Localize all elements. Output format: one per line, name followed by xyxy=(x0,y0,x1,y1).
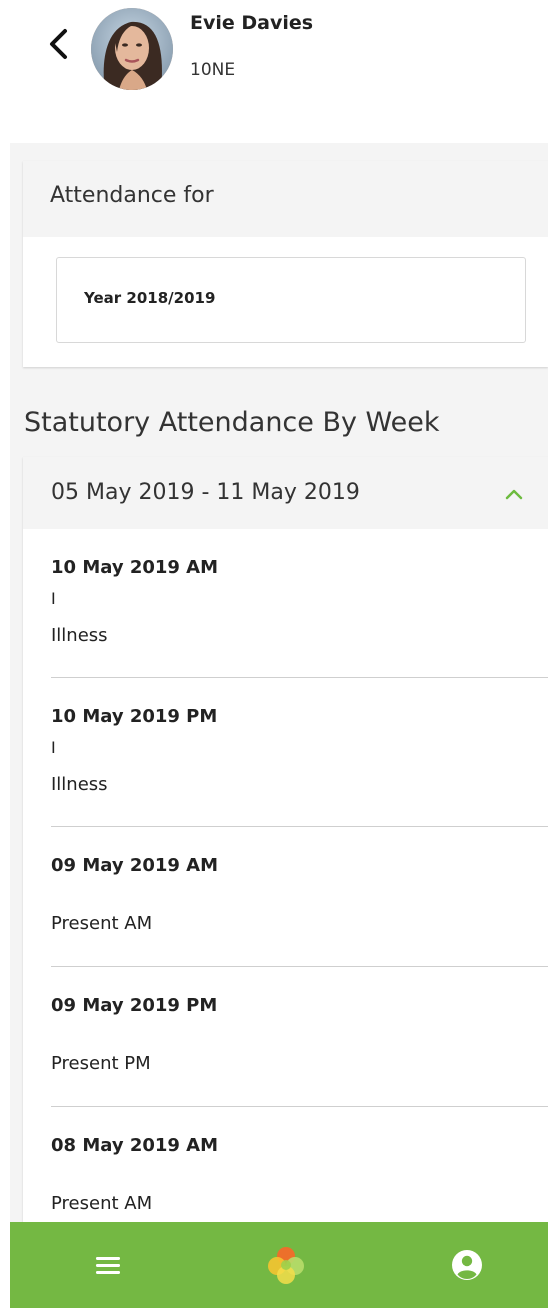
attendance-entry: 09 May 2019 AM Present AM xyxy=(51,827,548,967)
entry-description: Illness xyxy=(51,625,108,646)
section-heading: Statutory Attendance By Week xyxy=(24,407,440,438)
student-name: Evie Davies xyxy=(190,12,314,34)
entry-date: 10 May 2019 PM xyxy=(51,706,218,727)
attendance-screen: Evie Davies 10NE Attendance for Year 201… xyxy=(0,0,548,1308)
chevron-left-icon xyxy=(50,29,67,59)
entry-date: 09 May 2019 AM xyxy=(51,855,219,876)
entry-date: 09 May 2019 PM xyxy=(51,995,218,1016)
student-class: 10NE xyxy=(190,60,236,80)
week-accordion-header[interactable]: 05 May 2019 - 11 May 2019 xyxy=(23,457,548,529)
account-icon xyxy=(452,1250,482,1280)
week-range: 05 May 2019 - 11 May 2019 xyxy=(51,480,360,505)
entry-description: Present PM xyxy=(51,1053,151,1074)
entry-description: Illness xyxy=(51,774,108,795)
bottom-nav xyxy=(10,1222,548,1308)
nav-menu-button[interactable] xyxy=(83,1240,133,1290)
content-area: Attendance for Year 2018/2019 Statutory … xyxy=(10,143,548,1308)
attendance-entry: 09 May 2019 PM Present PM xyxy=(51,967,548,1107)
attendance-entry: 10 May 2019 AM I Illness xyxy=(51,529,548,678)
avatar xyxy=(91,8,173,90)
attendance-entry: 10 May 2019 PM I Illness xyxy=(51,678,548,827)
entry-description: Present AM xyxy=(51,913,153,934)
chevron-up-icon xyxy=(505,489,523,500)
menu-icon xyxy=(96,1257,120,1274)
attendance-for-card: Attendance for Year 2018/2019 xyxy=(23,161,548,367)
entry-code: I xyxy=(51,738,56,757)
entry-code: I xyxy=(51,589,56,608)
attendance-for-title: Attendance for xyxy=(50,183,214,208)
nav-home-button[interactable] xyxy=(261,1240,311,1290)
app-logo-icon xyxy=(268,1247,304,1284)
year-select[interactable]: Year 2018/2019 xyxy=(56,257,526,343)
week-accordion: 05 May 2019 - 11 May 2019 10 May 2019 AM… xyxy=(23,457,548,1308)
student-avatar-photo xyxy=(91,8,173,90)
entry-date: 08 May 2019 AM xyxy=(51,1135,219,1156)
year-select-value: Year 2018/2019 xyxy=(84,289,216,307)
entry-description: Present AM xyxy=(51,1193,153,1214)
nav-account-button[interactable] xyxy=(442,1240,492,1290)
back-button[interactable] xyxy=(38,24,78,64)
entry-date: 10 May 2019 AM xyxy=(51,557,219,578)
attendance-for-title-bar: Attendance for xyxy=(23,161,548,237)
student-header: Evie Davies 10NE xyxy=(0,0,548,110)
